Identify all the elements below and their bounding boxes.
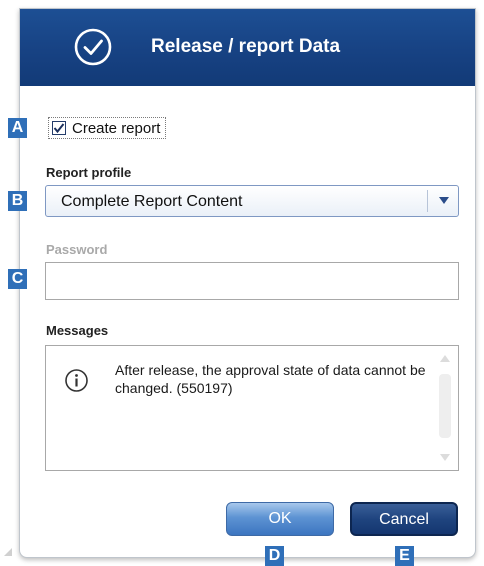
marker-c: C: [8, 269, 27, 289]
scroll-down-icon[interactable]: [440, 454, 450, 461]
messages-scrollbar[interactable]: [438, 352, 452, 464]
scroll-thumb[interactable]: [439, 374, 451, 438]
marker-e: E: [395, 546, 414, 566]
messages-label: Messages: [46, 323, 109, 338]
checkbox-box[interactable]: [52, 121, 66, 135]
create-report-label: Create report: [72, 119, 161, 137]
messages-box: After release, the approval state of dat…: [45, 345, 459, 471]
dialog-title-bar: Release / report Data: [20, 9, 475, 86]
checkmark-icon: [53, 123, 65, 134]
chevron-down-icon[interactable]: [439, 197, 449, 204]
message-text: After release, the approval state of dat…: [115, 362, 426, 396]
marker-b: B: [8, 191, 27, 211]
password-label: Password: [46, 242, 108, 257]
create-report-checkbox[interactable]: Create report: [48, 117, 167, 139]
report-profile-label: Report profile: [46, 165, 132, 180]
report-profile-dropdown[interactable]: Complete Report Content: [45, 185, 459, 217]
check-circle-icon: [74, 28, 112, 66]
info-icon: [65, 369, 88, 392]
marker-d: D: [265, 546, 284, 566]
cancel-button[interactable]: Cancel: [350, 502, 458, 536]
report-profile-value: Complete Report Content: [61, 193, 243, 210]
corner-decoration: [4, 548, 12, 556]
dialog-title: Release / report Data: [151, 36, 341, 57]
dropdown-divider: [427, 190, 428, 212]
scroll-up-icon[interactable]: [440, 355, 450, 362]
marker-a: A: [8, 118, 27, 138]
password-field[interactable]: [45, 262, 459, 300]
ok-button[interactable]: OK: [226, 502, 334, 536]
